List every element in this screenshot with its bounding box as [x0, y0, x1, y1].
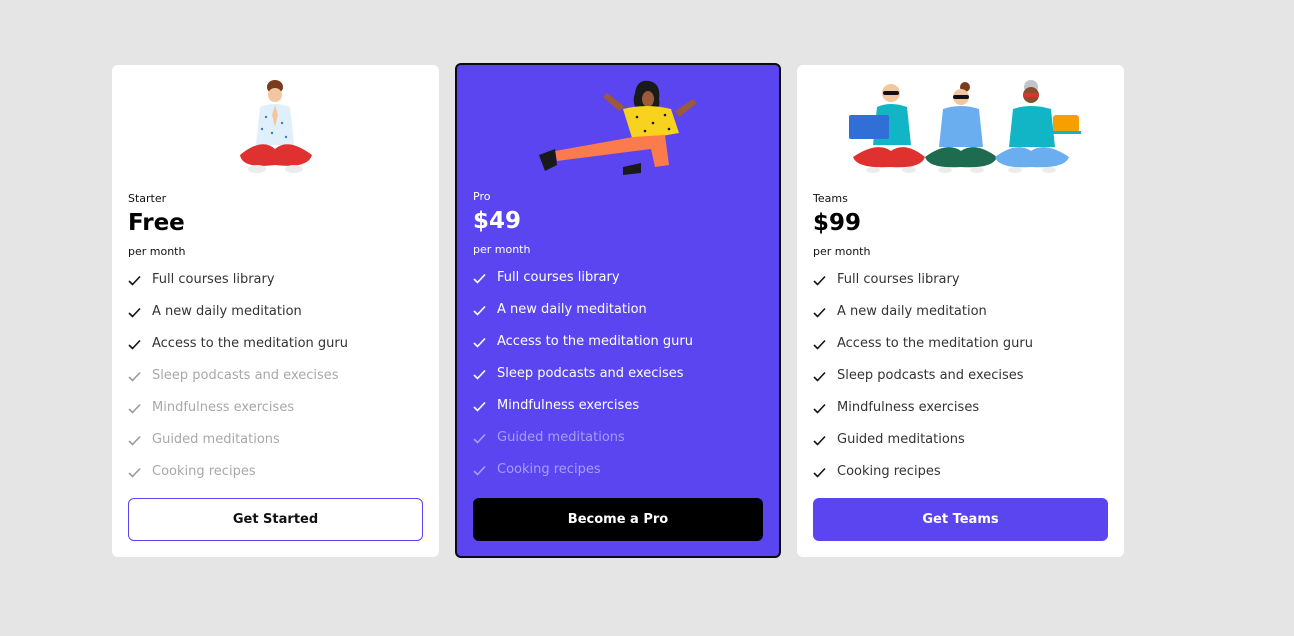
feature-item: Cooking recipes [128, 464, 348, 496]
check-icon [813, 464, 837, 478]
check-icon [473, 334, 497, 348]
plan-card-pro: Pro $49 per month Full courses library A… [455, 63, 781, 558]
feature-item: Mindfulness exercises [473, 398, 693, 430]
check-icon [813, 304, 837, 318]
plan-card-teams: Teams $99 per month Full courses library… [797, 65, 1124, 557]
feature-list: Full courses library A new daily meditat… [128, 272, 348, 496]
check-icon [473, 398, 497, 412]
check-icon [128, 272, 152, 286]
check-icon [813, 432, 837, 446]
feature-item: Guided meditations [813, 432, 1033, 464]
check-icon [813, 336, 837, 350]
feature-item: Full courses library [128, 272, 348, 304]
check-icon [128, 400, 152, 414]
check-icon [473, 430, 497, 444]
feature-item: Guided meditations [128, 432, 348, 464]
plan-price: $99 [813, 210, 862, 236]
feature-item: Sleep podcasts and execises [473, 366, 693, 398]
feature-list: Full courses library A new daily meditat… [473, 270, 693, 494]
plan-tier: Starter [128, 192, 167, 205]
feature-item: A new daily meditation [128, 304, 348, 336]
check-icon [473, 462, 497, 476]
get-teams-button[interactable]: Get Teams [813, 498, 1108, 541]
become-pro-button[interactable]: Become a Pro [473, 498, 763, 541]
feature-item: Guided meditations [473, 430, 693, 462]
check-icon [128, 336, 152, 350]
check-icon [813, 272, 837, 286]
feature-item: Full courses library [813, 272, 1033, 304]
check-icon [473, 366, 497, 380]
plan-tier: Teams [813, 192, 848, 205]
get-started-button[interactable]: Get Started [128, 498, 423, 541]
check-icon [473, 302, 497, 316]
feature-item: A new daily meditation [473, 302, 693, 334]
feature-item: Cooking recipes [473, 462, 693, 494]
check-icon [813, 400, 837, 414]
check-icon [128, 368, 152, 382]
check-icon [813, 368, 837, 382]
plan-price: $49 [473, 208, 522, 234]
feature-item: Full courses library [473, 270, 693, 302]
check-icon [128, 464, 152, 478]
feature-item: Cooking recipes [813, 464, 1033, 496]
feature-item: A new daily meditation [813, 304, 1033, 336]
plan-card-starter: Starter Free per month Full courses libr… [112, 65, 439, 557]
check-icon [128, 304, 152, 318]
plan-price: Free [128, 210, 185, 236]
floating-person-illustration [457, 65, 779, 185]
plan-period: per month [473, 243, 531, 256]
feature-item: Mindfulness exercises [813, 400, 1033, 432]
feature-item: Access to the meditation guru [473, 334, 693, 366]
feature-item: Sleep podcasts and execises [813, 368, 1033, 400]
feature-item: Mindfulness exercises [128, 400, 348, 432]
plan-period: per month [813, 245, 871, 258]
plan-period: per month [128, 245, 186, 258]
check-icon [473, 270, 497, 284]
check-icon [128, 432, 152, 446]
feature-item: Sleep podcasts and execises [128, 368, 348, 400]
plan-tier: Pro [473, 190, 491, 203]
meditating-person-illustration [112, 65, 439, 185]
feature-item: Access to the meditation guru [813, 336, 1033, 368]
feature-item: Access to the meditation guru [128, 336, 348, 368]
meditating-group-illustration [797, 65, 1124, 185]
feature-list: Full courses library A new daily meditat… [813, 272, 1033, 496]
